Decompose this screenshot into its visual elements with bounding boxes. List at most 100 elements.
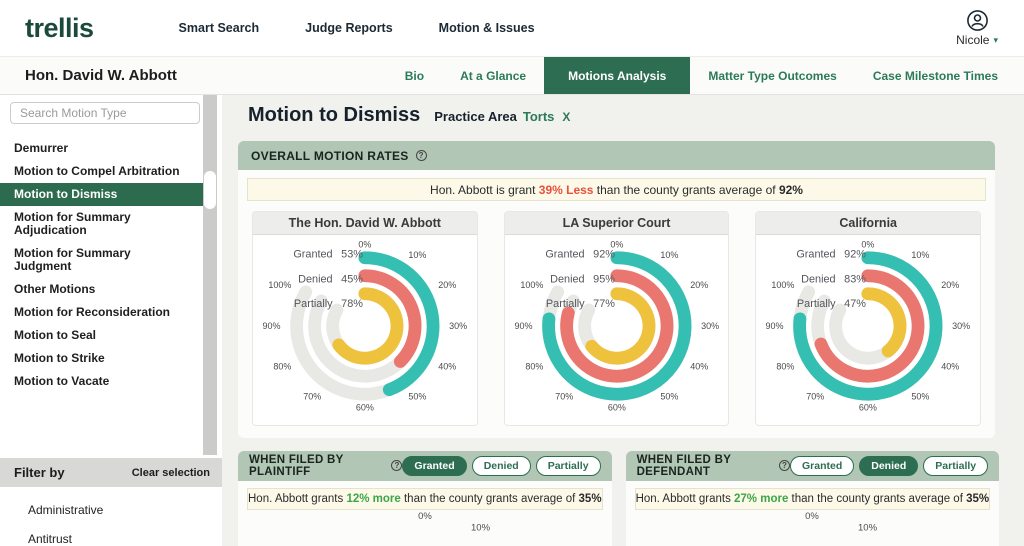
- nav-smart-search[interactable]: Smart Search: [179, 21, 260, 35]
- tick-label: 70%: [807, 391, 825, 401]
- sidebar-item-motion-for-summary-judgment[interactable]: Motion for Summary Judgment: [0, 242, 203, 278]
- filter-item-administrative[interactable]: Administrative: [28, 503, 222, 517]
- overall-charts-row: The Hon. David W. Abbott Granted53%Denie…: [247, 211, 986, 426]
- legend-value: 77%: [593, 298, 615, 310]
- filter-item-list: Administrative Antitrust: [0, 487, 222, 546]
- radial-gauge-svg: Granted53%Denied45%Partially78%0%10%20%3…: [253, 235, 477, 425]
- banner-highlight: 27% more: [734, 493, 788, 505]
- banner-highlight: 39% Less: [539, 183, 594, 197]
- sidebar-item-motion-to-compel-arbitration[interactable]: Motion to Compel Arbitration: [0, 160, 203, 183]
- plaintiff-panel-title: WHEN FILED BY PLAINTIFF: [249, 454, 384, 478]
- legend-value: 83%: [845, 273, 867, 285]
- banner-text: Hon. Abbott grants: [636, 493, 734, 505]
- plaintiff-pill-group: Granted Denied Partially: [402, 456, 600, 476]
- pill-granted[interactable]: Granted: [402, 456, 466, 476]
- tick-label: 40%: [690, 362, 708, 372]
- pill-denied[interactable]: Denied: [472, 456, 531, 476]
- nav-judge-reports[interactable]: Judge Reports: [305, 21, 393, 35]
- tick-label: 20%: [690, 280, 708, 290]
- legend-value: 95%: [593, 273, 615, 285]
- banner-text: Hon. Abbott is grant: [430, 183, 539, 197]
- user-name: Nicole: [956, 33, 989, 47]
- tab-motions-analysis[interactable]: Motions Analysis: [544, 57, 690, 94]
- radial-chart-defendant: 0%10%20%30%40%50%60%70%80%90%100%: [635, 506, 991, 546]
- tab-bio[interactable]: Bio: [387, 57, 442, 94]
- chart-card-abbott: The Hon. David W. Abbott Granted53%Denie…: [252, 211, 478, 426]
- sidebar-scrollbar-track[interactable]: [203, 95, 217, 455]
- filter-item-antitrust[interactable]: Antitrust: [28, 532, 222, 546]
- pill-partially[interactable]: Partially: [536, 456, 601, 476]
- tick-label: 0%: [862, 239, 875, 249]
- tick-label: 80%: [777, 362, 795, 372]
- defendant-panel-header: WHEN FILED BY DEFENDANT ? Granted Denied…: [626, 451, 1000, 481]
- tick-label: 90%: [262, 321, 280, 331]
- sidebar-item-other-motions[interactable]: Other Motions: [0, 278, 203, 301]
- page-title: Motion to Dismiss: [248, 104, 420, 127]
- practice-area-label: Practice Area: [434, 109, 517, 124]
- sidebar-item-motion-for-reconsideration[interactable]: Motion for Reconsideration: [0, 301, 203, 324]
- tick-label: 70%: [303, 391, 321, 401]
- plaintiff-panel-header: WHEN FILED BY PLAINTIFF ? Granted Denied…: [238, 451, 612, 481]
- sidebar-item-motion-to-seal[interactable]: Motion to Seal: [0, 324, 203, 347]
- radial-gauge-svg: Granted92%Denied83%Partially47%0%10%20%3…: [756, 235, 980, 425]
- user-menu[interactable]: Nicole ▾: [956, 9, 998, 47]
- pill-granted[interactable]: Granted: [790, 456, 854, 476]
- overall-motion-rates-panel: OVERALL MOTION RATES ? Hon. Abbott is gr…: [238, 141, 995, 438]
- motion-type-list: Demurrer Motion to Compel Arbitration Mo…: [0, 137, 203, 393]
- motion-type-sidebar: Demurrer Motion to Compel Arbitration Mo…: [0, 95, 222, 546]
- overall-panel-header: OVERALL MOTION RATES ?: [238, 141, 995, 170]
- sidebar-item-motion-for-summary-adjudication[interactable]: Motion for Summary Adjudication: [0, 206, 203, 242]
- tick-label: 40%: [438, 362, 456, 372]
- tick-label: 80%: [525, 362, 543, 372]
- when-filed-by-defendant-panel: WHEN FILED BY DEFENDANT ? Granted Denied…: [626, 451, 1000, 546]
- defendant-panel-body: Hon. Abbott grants 27% more than the cou…: [626, 481, 1000, 546]
- legend-value: 47%: [845, 298, 867, 310]
- legend-value: 78%: [341, 298, 363, 310]
- tick-label: 0%: [610, 239, 623, 249]
- tick-label: 30%: [449, 321, 467, 331]
- clear-selection-button[interactable]: Clear selection: [132, 467, 210, 479]
- judge-name: Hon. David W. Abbott: [25, 67, 177, 84]
- tab-at-a-glance[interactable]: At a Glance: [442, 57, 544, 94]
- tick-label: 60%: [859, 402, 877, 412]
- sidebar-item-motion-to-vacate[interactable]: Motion to Vacate: [0, 370, 203, 393]
- sidebar-item-motion-to-strike[interactable]: Motion to Strike: [0, 347, 203, 370]
- tick-label: 0%: [358, 239, 371, 249]
- search-motion-type-input[interactable]: [10, 102, 200, 124]
- tick-label: 30%: [701, 321, 719, 331]
- chart-card-title: The Hon. David W. Abbott: [253, 212, 477, 235]
- tick-label: 10%: [471, 522, 491, 533]
- main-content: Motion to Dismiss Practice Area Torts X …: [222, 95, 1024, 546]
- info-icon[interactable]: ?: [416, 150, 427, 161]
- filter-by-title: Filter by: [14, 465, 65, 480]
- tick-label: 100%: [520, 280, 543, 290]
- sidebar-scrollbar-thumb[interactable]: [204, 171, 216, 209]
- tick-label: 70%: [555, 391, 573, 401]
- tab-case-milestone-times[interactable]: Case Milestone Times: [855, 57, 1016, 94]
- sidebar-item-demurrer[interactable]: Demurrer: [0, 137, 203, 160]
- tab-matter-type-outcomes[interactable]: Matter Type Outcomes: [690, 57, 854, 94]
- tick-label: 20%: [438, 280, 456, 290]
- info-icon[interactable]: ?: [391, 460, 402, 471]
- tick-label: 10%: [660, 250, 678, 260]
- nav-motion-issues[interactable]: Motion & Issues: [439, 21, 535, 35]
- info-icon[interactable]: ?: [779, 460, 790, 471]
- tick-label: 90%: [514, 321, 532, 331]
- banner-text: than the county grants average of: [593, 183, 778, 197]
- close-icon[interactable]: X: [562, 110, 570, 124]
- tick-label: 30%: [953, 321, 971, 331]
- page-title-row: Motion to Dismiss Practice Area Torts X: [238, 95, 995, 135]
- trellis-logo[interactable]: trellis: [25, 13, 94, 44]
- practice-area-value[interactable]: Torts: [523, 109, 555, 124]
- sidebar-item-motion-to-dismiss[interactable]: Motion to Dismiss: [0, 183, 203, 206]
- tick-label: 0%: [805, 511, 819, 522]
- tick-label: 20%: [942, 280, 960, 290]
- banner-highlight: 12% more: [346, 493, 400, 505]
- judge-tabs: Bio At a Glance Motions Analysis Matter …: [387, 57, 1016, 94]
- legend-label: Granted: [797, 249, 836, 261]
- legend-label: Partially: [294, 298, 333, 310]
- pill-partially[interactable]: Partially: [923, 456, 988, 476]
- pill-denied[interactable]: Denied: [859, 456, 918, 476]
- filter-by-bar: Filter by Clear selection: [0, 458, 222, 487]
- chart-card-title: LA Superior Court: [505, 212, 729, 235]
